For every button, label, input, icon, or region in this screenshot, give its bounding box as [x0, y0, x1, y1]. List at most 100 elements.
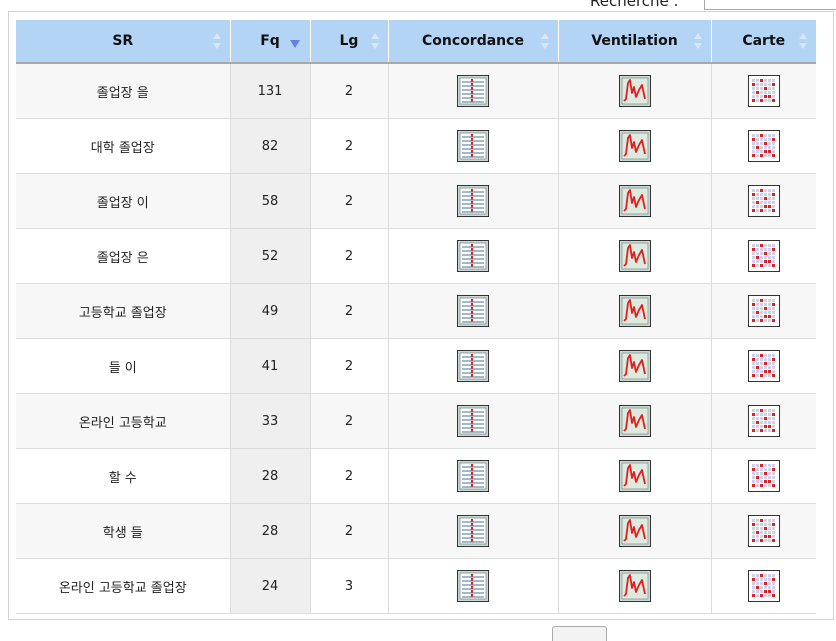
concordance-icon[interactable]: [457, 130, 489, 162]
concordance-cell: [388, 393, 559, 449]
ventilation-chart-icon[interactable]: [618, 75, 651, 107]
fq-cell: 58: [230, 173, 311, 229]
concordance-icon[interactable]: [457, 460, 489, 492]
carte-cell: [711, 338, 816, 394]
map-grid-icon[interactable]: [747, 515, 780, 547]
map-grid-icon[interactable]: [747, 405, 780, 437]
ventilation-chart-icon[interactable]: [618, 460, 651, 492]
sort-descending-icon: [289, 40, 300, 48]
ventilation-cell: [558, 283, 712, 339]
table-row: 들 이 41 2: [16, 338, 816, 394]
concordance-cell: [388, 173, 559, 229]
sr-cell: 할 수: [16, 448, 231, 504]
ventilation-chart-icon[interactable]: [618, 350, 651, 382]
sr-cell: 졸업장 을: [16, 63, 231, 119]
sort-both-icon: [799, 33, 807, 49]
carte-cell: [711, 503, 816, 559]
ventilation-chart-icon[interactable]: [618, 515, 651, 547]
map-grid-icon[interactable]: [747, 570, 780, 602]
lg-cell: 2: [310, 283, 389, 339]
ventilation-cell: [558, 503, 712, 559]
lg-cell: 2: [310, 503, 389, 559]
fq-cell: 82: [230, 118, 311, 174]
lg-cell: 2: [310, 63, 389, 119]
ventilation-chart-icon[interactable]: [618, 130, 651, 162]
table-row: 졸업장 이 58 2: [16, 173, 816, 229]
sort-both-icon: [212, 33, 221, 49]
search-label: Recherche :: [590, 0, 679, 10]
sr-cell: 고등학교 졸업장: [16, 283, 231, 339]
concordance-icon[interactable]: [457, 185, 489, 217]
fq-cell: 28: [230, 503, 311, 559]
ventilation-cell: [558, 448, 712, 504]
ventilation-cell: [558, 228, 712, 284]
lg-cell: 2: [310, 448, 389, 504]
column-header-concordance[interactable]: Concordance: [388, 20, 559, 64]
ventilation-cell: [558, 173, 712, 229]
table-row: 온라인 고등학교 33 2: [16, 393, 816, 449]
concordance-icon[interactable]: [457, 570, 489, 602]
ventilation-chart-icon[interactable]: [618, 405, 651, 437]
table-row: 학생 들 28 2: [16, 503, 816, 559]
table-row: 온라인 고등학교 졸업장 24 3: [16, 558, 816, 614]
column-header-ventilation[interactable]: Ventilation: [558, 20, 712, 64]
concordance-cell: [388, 558, 559, 614]
concordance-cell: [388, 283, 559, 339]
concordance-icon[interactable]: [457, 240, 489, 272]
search-input[interactable]: [704, 0, 836, 10]
sr-cell: 온라인 고등학교: [16, 393, 231, 449]
carte-cell: [711, 448, 816, 504]
pagination-button[interactable]: [552, 626, 607, 641]
concordance-icon[interactable]: [457, 515, 489, 547]
carte-cell: [711, 118, 816, 174]
results-table: SR Fq Lg Concordance Ventilation Carte 졸…: [16, 20, 816, 614]
table-row: 졸업장 은 52 2: [16, 228, 816, 284]
ventilation-cell: [558, 393, 712, 449]
map-grid-icon[interactable]: [747, 185, 780, 217]
concordance-cell: [388, 118, 559, 174]
ventilation-cell: [558, 118, 712, 174]
ventilation-chart-icon[interactable]: [618, 185, 651, 217]
ventilation-chart-icon[interactable]: [618, 295, 651, 327]
carte-cell: [711, 558, 816, 614]
lg-cell: 2: [310, 118, 389, 174]
table-row: 할 수 28 2: [16, 448, 816, 504]
ventilation-cell: [558, 63, 712, 119]
lg-cell: 2: [310, 173, 389, 229]
concordance-icon[interactable]: [457, 75, 489, 107]
column-header-sr[interactable]: SR: [16, 20, 231, 64]
column-header-carte[interactable]: Carte: [711, 20, 816, 64]
column-header-lg[interactable]: Lg: [310, 20, 389, 64]
carte-cell: [711, 283, 816, 339]
concordance-cell: [388, 448, 559, 504]
sr-cell: 졸업장 이: [16, 173, 231, 229]
carte-cell: [711, 173, 816, 229]
fq-cell: 28: [230, 448, 311, 504]
sr-cell: 대학 졸업장: [16, 118, 231, 174]
carte-cell: [711, 393, 816, 449]
sr-cell: 온라인 고등학교 졸업장: [16, 558, 231, 614]
map-grid-icon[interactable]: [747, 75, 780, 107]
map-grid-icon[interactable]: [747, 295, 780, 327]
fq-cell: 49: [230, 283, 311, 339]
concordance-icon[interactable]: [457, 295, 489, 327]
sort-both-icon: [370, 33, 379, 49]
map-grid-icon[interactable]: [747, 350, 780, 382]
map-grid-icon[interactable]: [747, 130, 780, 162]
concordance-icon[interactable]: [457, 405, 489, 437]
sr-cell: 학생 들: [16, 503, 231, 559]
concordance-cell: [388, 338, 559, 394]
ventilation-chart-icon[interactable]: [618, 240, 651, 272]
concordance-icon[interactable]: [457, 350, 489, 382]
map-grid-icon[interactable]: [747, 240, 780, 272]
lg-cell: 2: [310, 228, 389, 284]
ventilation-cell: [558, 558, 712, 614]
concordance-cell: [388, 228, 559, 284]
ventilation-cell: [558, 338, 712, 394]
map-grid-icon[interactable]: [747, 460, 780, 492]
ventilation-chart-icon[interactable]: [618, 570, 651, 602]
sr-cell: 졸업장 은: [16, 228, 231, 284]
column-header-fq[interactable]: Fq: [230, 20, 311, 64]
sort-both-icon: [540, 33, 549, 49]
table-row: 졸업장 을 131 2: [16, 63, 816, 119]
